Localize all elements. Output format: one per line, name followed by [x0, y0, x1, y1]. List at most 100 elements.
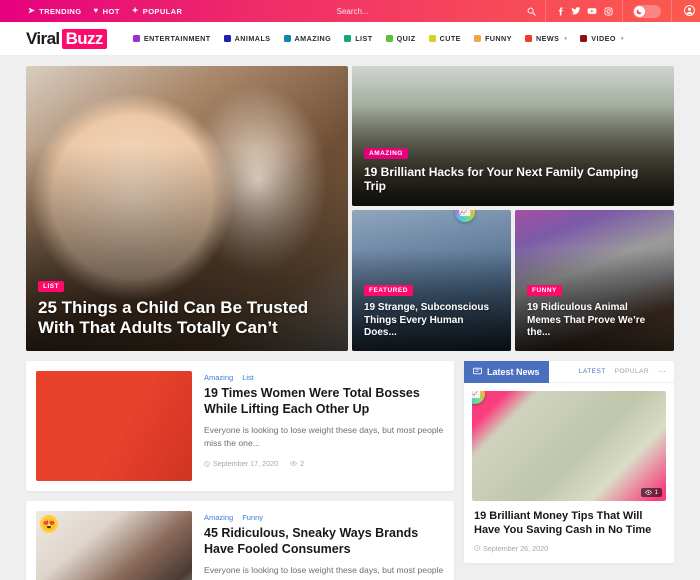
widget-header: Latest News LATEST POPULAR ⋯	[464, 360, 674, 383]
post-category-link[interactable]: Amazing	[204, 373, 233, 382]
category-dot-icon	[580, 35, 588, 42]
tv-icon	[473, 367, 482, 377]
tab-popular[interactable]: POPULAR	[615, 368, 649, 375]
category-dot-icon	[132, 35, 140, 42]
nav-item-animals[interactable]: ANIMALS	[223, 34, 271, 43]
category-dot-icon	[223, 35, 231, 42]
post-content: Amazing List 19 Times Women Were Total B…	[204, 371, 444, 481]
divider	[671, 0, 672, 22]
site-header: Viral Buzz ENTERTAINMENT ANIMALS AMAZING …	[0, 22, 700, 56]
post-title[interactable]: 19 Times Women Were Total Bosses While L…	[204, 386, 444, 417]
topbar-link-hot[interactable]: ♥ HOT	[93, 7, 119, 16]
nav-label: VIDEO	[591, 34, 616, 43]
hero-featured-title[interactable]: 25 Things a Child Can Be Trusted With Th…	[38, 298, 336, 339]
post-excerpt: Everyone is looking to lose weight these…	[204, 425, 444, 449]
latest-news-widget: Latest News LATEST POPULAR ⋯ 📈 1 19 Bril…	[464, 360, 674, 563]
sidebar-post-title[interactable]: 19 Brilliant Money Tips That Will Have Y…	[464, 501, 674, 544]
post-content: Amazing Funny 45 Ridiculous, Sneaky Ways…	[204, 511, 444, 580]
hero-card-title[interactable]: 19 Ridiculous Animal Memes That Prove We…	[527, 302, 662, 339]
nav-item-funny[interactable]: FUNNY	[473, 34, 512, 43]
post-meta: September 17, 2020 2	[204, 459, 444, 468]
heart-eyes-emoji-icon: 😍	[40, 515, 58, 533]
facebook-icon[interactable]	[552, 6, 568, 16]
post-thumbnail[interactable]: 😍	[36, 511, 192, 580]
hero-card-camping[interactable]: AMAZING 19 Brilliant Hacks for Your Next…	[352, 66, 674, 206]
search-input[interactable]	[277, 6, 428, 16]
list-item[interactable]: 😍 Amazing Funny 45 Ridiculous, Sneaky Wa…	[26, 501, 454, 580]
widget-tabs: LATEST POPULAR ⋯	[579, 367, 674, 376]
post-title[interactable]: 45 Ridiculous, Sneaky Ways Brands Have F…	[204, 526, 444, 557]
tab-latest[interactable]: LATEST	[579, 368, 606, 375]
star-icon: ✦	[131, 6, 139, 15]
hero-card-subconscious[interactable]: 📈 FEATURED 19 Strange, Subconscious Thin…	[352, 210, 511, 351]
nav-label: NEWS	[535, 34, 560, 43]
post-categories: Amazing List	[204, 373, 444, 382]
sidebar-post-thumbnail[interactable]: 📈 1	[472, 391, 666, 501]
sidebar-views-count: 1	[654, 489, 658, 496]
divider	[622, 0, 623, 22]
post-date-text: September 17, 2020	[213, 459, 279, 469]
hero-featured-body: LIST 25 Things a Child Can Be Trusted Wi…	[26, 265, 348, 351]
hero-featured-card[interactable]: LIST 25 Things a Child Can Be Trusted Wi…	[26, 66, 348, 351]
nav-label: ANIMALS	[234, 34, 271, 43]
topbar-link-popular[interactable]: ✦ POPULAR	[132, 7, 183, 16]
nav-item-amazing[interactable]: AMAZING	[283, 34, 332, 43]
hero-card-title[interactable]: 19 Strange, Subconscious Things Every Hu…	[364, 302, 499, 339]
divider	[545, 0, 546, 22]
nav-item-list[interactable]: LIST	[344, 34, 372, 43]
category-badge[interactable]: FUNNY	[527, 285, 562, 297]
topbar-link-trending-label: TRENDING	[39, 6, 82, 16]
ellipsis-icon[interactable]: ⋯	[658, 367, 666, 376]
post-category-link[interactable]: List	[242, 373, 254, 382]
post-category-link[interactable]: Funny	[242, 513, 263, 522]
category-badge[interactable]: FEATURED	[364, 285, 413, 297]
nav-item-news[interactable]: NEWS ▾	[524, 34, 568, 43]
instagram-icon[interactable]	[600, 6, 616, 16]
sidebar-post-views: 1	[640, 488, 662, 497]
top-bar-links: ➤ TRENDING ♥ HOT ✦ POPULAR	[0, 7, 182, 16]
twitter-icon[interactable]	[568, 6, 584, 17]
topbar-link-trending[interactable]: ➤ TRENDING	[28, 7, 81, 16]
topbar-link-popular-label: POPULAR	[142, 6, 183, 16]
user-icon[interactable]	[678, 4, 700, 18]
post-image	[36, 371, 192, 481]
nav-item-video[interactable]: VIDEO ▾	[580, 34, 624, 43]
post-excerpt: Everyone is looking to lose weight these…	[204, 565, 444, 580]
heart-icon: ♥	[93, 6, 99, 15]
post-category-link[interactable]: Amazing	[204, 513, 233, 522]
nav-item-cute[interactable]: CUTE	[428, 34, 461, 43]
chevron-down-icon: ▾	[564, 35, 568, 42]
nav-label: AMAZING	[294, 34, 332, 43]
search-area	[182, 6, 523, 16]
search-icon[interactable]	[523, 6, 539, 16]
post-thumbnail[interactable]	[36, 371, 192, 481]
category-badge[interactable]: AMAZING	[364, 147, 408, 159]
post-image	[36, 511, 192, 580]
site-logo[interactable]: Viral Buzz	[26, 28, 107, 49]
clock-icon	[474, 545, 480, 551]
hero-card-body: FEATURED 19 Strange, Subconscious Things…	[352, 269, 511, 351]
category-badge[interactable]: LIST	[38, 280, 65, 292]
hero-card-animal-memes[interactable]: FUNNY 19 Ridiculous Animal Memes That Pr…	[515, 210, 674, 351]
youtube-icon[interactable]	[584, 6, 600, 17]
hero-card-body: AMAZING 19 Brilliant Hacks for Your Next…	[352, 132, 674, 206]
category-dot-icon	[524, 35, 532, 42]
chevron-down-icon: ▾	[620, 35, 624, 42]
category-dot-icon	[385, 35, 393, 42]
post-date: September 17, 2020	[204, 459, 278, 468]
content-wrap: LIST 25 Things a Child Can Be Trusted Wi…	[0, 56, 700, 580]
dark-mode-toggle[interactable]	[633, 4, 661, 18]
hero-card-title[interactable]: 19 Brilliant Hacks for Your Next Family …	[364, 165, 662, 194]
category-dot-icon	[283, 35, 291, 42]
nav-item-quiz[interactable]: QUIZ	[385, 34, 416, 43]
hero-right-column: AMAZING 19 Brilliant Hacks for Your Next…	[352, 66, 674, 351]
nav-label: CUTE	[439, 34, 461, 43]
content-columns: Amazing List 19 Times Women Were Total B…	[26, 360, 674, 580]
post-views-count: 2	[300, 459, 305, 469]
rocket-icon: ➤	[28, 6, 36, 15]
moon-icon	[634, 5, 645, 17]
list-item[interactable]: Amazing List 19 Times Women Were Total B…	[26, 361, 454, 491]
post-categories: Amazing Funny	[204, 513, 444, 522]
topbar-link-hot-label: HOT	[102, 6, 120, 16]
nav-item-entertainment[interactable]: ENTERTAINMENT	[132, 34, 211, 43]
